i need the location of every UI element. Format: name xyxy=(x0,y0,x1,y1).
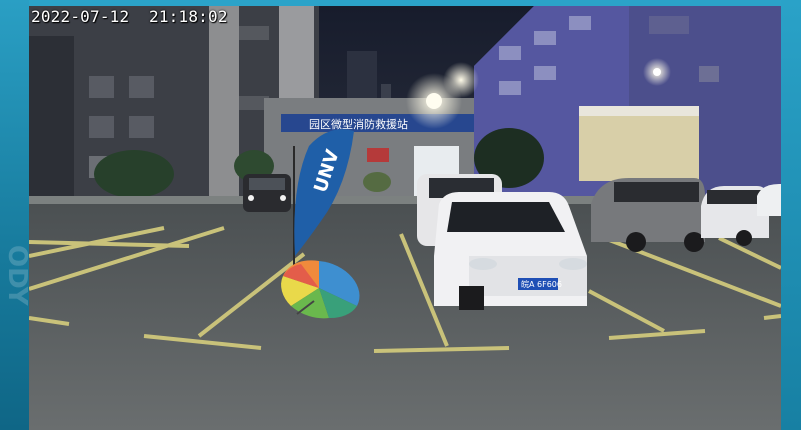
timestamp-date: 2022-07-12 xyxy=(31,7,130,26)
frame-right-border xyxy=(781,0,801,430)
camera-feed: 园区微型消防救援站 皖A 6F606 UNV xyxy=(29,6,781,430)
white-hatchback: 皖A 6F606 xyxy=(434,192,587,310)
timestamp-time: 21:18:02 xyxy=(149,7,228,26)
frame-left-border: ODY xyxy=(0,0,32,430)
license-plate-text: 皖A 6F606 xyxy=(521,279,562,289)
frame-watermark: ODY xyxy=(2,245,32,306)
building-sign-text: 园区微型消防救援站 xyxy=(309,117,408,131)
parked-suv-far xyxy=(243,174,291,212)
timestamp-overlay: 2022-07-12 21:18:02 xyxy=(31,7,228,26)
gray-mpv xyxy=(591,178,705,252)
